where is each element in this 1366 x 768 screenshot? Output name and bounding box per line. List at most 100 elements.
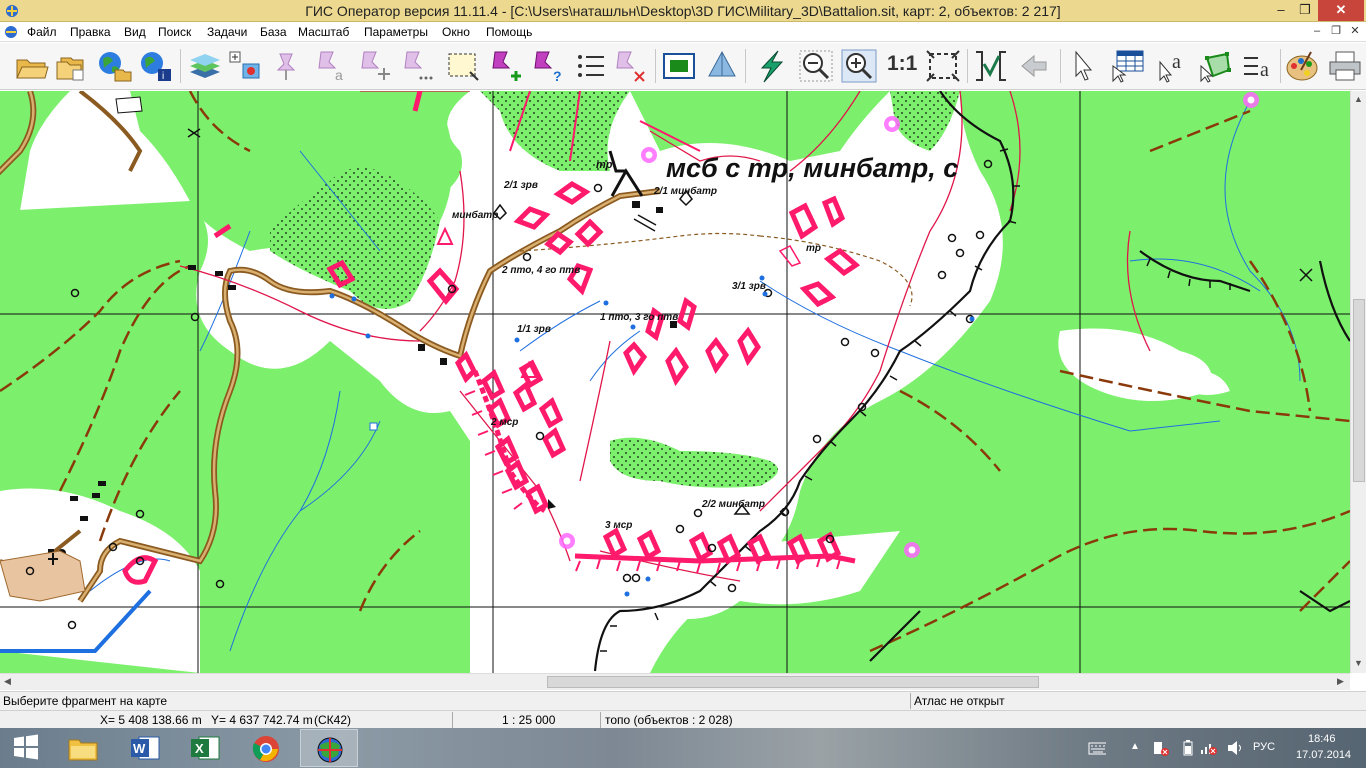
select-object-icon[interactable] [226, 48, 264, 84]
pin-select-icon[interactable] [270, 48, 308, 84]
pin-dots-icon[interactable] [399, 48, 437, 84]
map-label: 1/1 зрв [517, 324, 551, 335]
layers-icon[interactable] [186, 48, 224, 84]
horizontal-scrollbar[interactable]: ◀ ▶ [0, 673, 1350, 690]
pin-add-icon[interactable] [487, 48, 525, 84]
svg-text:i: i [162, 71, 164, 82]
document-icon[interactable] [4, 25, 18, 39]
text-cursor-icon[interactable]: a [1154, 48, 1192, 84]
globe-open-icon[interactable] [95, 48, 133, 84]
position-marker [553, 181, 591, 205]
vertical-scroll-thumb[interactable] [1353, 299, 1365, 482]
list-icon[interactable] [572, 48, 610, 84]
mdi-restore-button[interactable]: ❐ [1327, 24, 1345, 40]
vertical-scrollbar[interactable]: ▲ ▼ [1350, 91, 1366, 673]
menu-scale[interactable]: Масштаб [298, 25, 349, 39]
printer-icon[interactable] [1326, 48, 1364, 84]
show-hidden-icons-icon[interactable]: ▲ [1130, 741, 1140, 752]
zoom-in-icon[interactable] [840, 48, 878, 84]
coord-x: X= 5 408 138.66 m [100, 713, 202, 727]
battery-icon[interactable] [1180, 740, 1198, 756]
table-icon[interactable] [1109, 48, 1147, 84]
position-marker [799, 281, 837, 308]
scroll-down-icon[interactable]: ▼ [1354, 658, 1363, 668]
open-multiple-icon[interactable] [53, 48, 91, 84]
back-arrow-icon[interactable] [1016, 48, 1054, 84]
palette-icon[interactable] [1283, 48, 1321, 84]
forest-area [890, 91, 960, 151]
coord-y: Y= 4 637 742.74 m [211, 713, 313, 727]
menu-parameters[interactable]: Параметры [364, 25, 428, 39]
position-marker [512, 381, 538, 413]
horizontal-scroll-thumb[interactable] [547, 676, 1039, 688]
svg-text:X: X [195, 741, 204, 756]
map-label: 2/1 минбатр [653, 185, 717, 197]
map-label: тр [806, 243, 821, 254]
frame-select-icon[interactable] [444, 48, 482, 84]
clock-date[interactable]: 17.07.2014 [1296, 749, 1351, 761]
3d-view-icon[interactable] [703, 48, 741, 84]
volume-icon[interactable] [1226, 740, 1244, 756]
excel-icon: X [191, 736, 220, 760]
clock-time[interactable]: 18:46 [1308, 733, 1336, 745]
mortar-symbol [548, 499, 556, 509]
svg-text:?: ? [553, 68, 562, 84]
position-marker [665, 346, 690, 387]
scale-display: 1 : 25 000 [502, 713, 556, 727]
pin-delete-icon[interactable] [611, 48, 649, 84]
menu-window[interactable]: Окно [442, 25, 470, 39]
command-post [436, 226, 454, 245]
gis-operator-icon [317, 737, 343, 763]
fit-window-icon[interactable] [924, 48, 962, 84]
pin-query-icon[interactable]: ? [529, 48, 567, 84]
list-text-icon[interactable]: a [1240, 48, 1278, 84]
pin-move-icon[interactable] [356, 48, 394, 84]
menu-help[interactable]: Помощь [486, 25, 532, 39]
taskbar-word[interactable]: W [116, 729, 174, 767]
mdi-close-button[interactable]: ✕ [1346, 24, 1364, 40]
pointer-icon[interactable] [1064, 48, 1102, 84]
map-canvas[interactable]: мсб с тр, минбатр, с тр 2/1 зрв 2/1 минб… [0, 91, 1350, 673]
water-point [369, 422, 378, 431]
taskbar-gis-operator[interactable] [300, 729, 358, 767]
file-explorer-icon [68, 739, 98, 761]
lightning-icon[interactable] [752, 48, 790, 84]
windows-logo-icon [14, 734, 38, 760]
open-folder-icon[interactable] [12, 48, 50, 84]
menu-tasks[interactable]: Задачи [207, 25, 247, 39]
menu-search[interactable]: Поиск [158, 25, 191, 39]
map-label: 3 мср [605, 520, 632, 531]
word-icon: W [131, 736, 160, 760]
network-icon[interactable] [1200, 740, 1218, 756]
maximize-button[interactable]: ❐ [1290, 0, 1320, 21]
taskbar-chrome[interactable] [238, 729, 296, 767]
menu-base[interactable]: База [260, 25, 287, 39]
map-window-icon[interactable] [660, 48, 698, 84]
taskbar-excel[interactable]: X [176, 729, 234, 767]
globe-info-icon[interactable]: i [137, 48, 175, 84]
status-bar-top: Выберите фрагмент на карте Атлас не откр… [0, 691, 1366, 710]
menu-view[interactable]: Вид [124, 25, 146, 39]
arrow-symbol [633, 214, 657, 232]
scale-1-1-button[interactable]: 1:1 [887, 52, 917, 76]
check-icon[interactable] [972, 48, 1010, 84]
status-hint: Выберите фрагмент на карте [3, 694, 168, 708]
taskbar-explorer[interactable] [54, 729, 112, 767]
keyboard-icon[interactable] [1088, 740, 1106, 756]
scroll-up-icon[interactable]: ▲ [1354, 94, 1363, 104]
zoom-out-icon[interactable] [797, 48, 835, 84]
scroll-right-icon[interactable]: ▶ [1337, 676, 1344, 687]
mdi-minimize-button[interactable]: – [1308, 24, 1326, 40]
polygon-icon[interactable] [1197, 48, 1235, 84]
menu-edit[interactable]: Правка [70, 25, 111, 39]
language-indicator[interactable]: РУС [1253, 741, 1275, 753]
menu-file[interactable]: Файл [27, 25, 57, 39]
topographic-map[interactable]: мсб с тр, минбатр, с тр 2/1 зрв 2/1 минб… [0, 91, 1350, 673]
toolbar-separator [655, 49, 656, 83]
action-center-icon[interactable] [1152, 740, 1170, 756]
map-label: тр [596, 159, 613, 171]
pin-text-icon[interactable]: a [313, 48, 351, 84]
start-button[interactable] [0, 729, 52, 767]
close-button[interactable]: ✕ [1318, 0, 1364, 21]
scroll-left-icon[interactable]: ◀ [4, 676, 11, 687]
